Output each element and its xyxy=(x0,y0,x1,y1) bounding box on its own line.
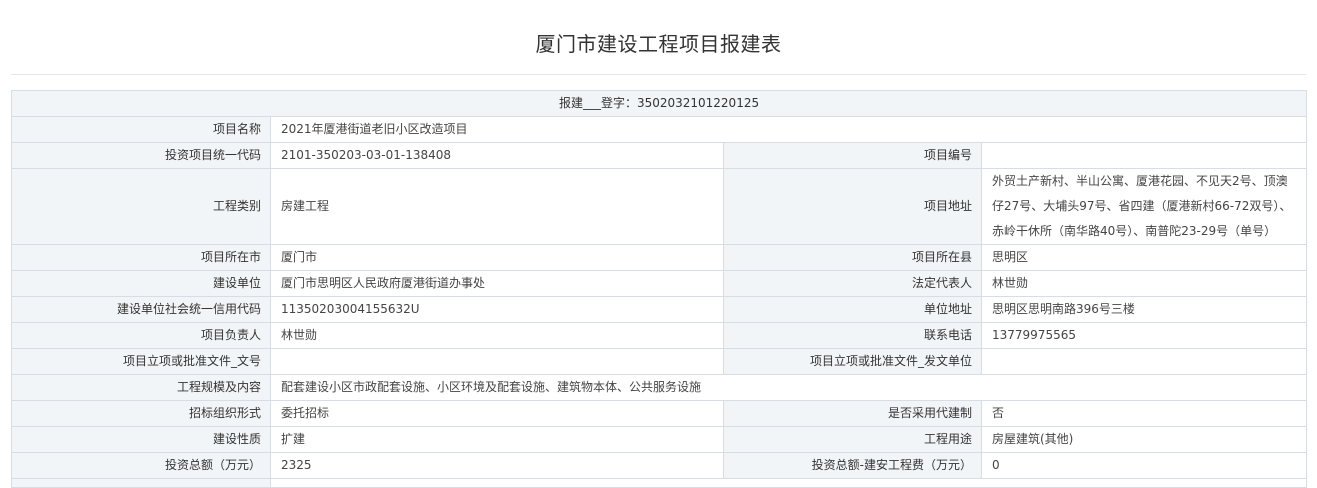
unit-address-label: 单位地址 xyxy=(723,296,982,323)
unit-address-value: 思明区思明南路396号三楼 xyxy=(980,296,1308,323)
usage-value: 房屋建筑(其他) xyxy=(980,426,1308,453)
invest-build-value: 0 xyxy=(980,452,1308,479)
city-value: 厦门市 xyxy=(270,244,724,271)
eng-type-value: 房建工程 xyxy=(270,168,724,245)
credit-code-value: 11350203004155632U xyxy=(270,296,724,323)
project-name-label: 项目名称 xyxy=(11,116,271,143)
manager-label: 项目负责人 xyxy=(11,322,271,349)
agent-label: 是否采用代建制 xyxy=(723,400,982,427)
project-no-label: 项目编号 xyxy=(723,142,982,169)
registration-number: 报建___登字：3502032101220125 xyxy=(10,90,1308,117)
builder-label: 建设单位 xyxy=(11,270,271,297)
table-row-continued xyxy=(11,478,271,488)
scale-label: 工程规模及内容 xyxy=(11,374,271,401)
doc-issuer-label: 项目立项或批准文件_发文单位 xyxy=(723,348,982,375)
invest-total-value: 2325 xyxy=(270,452,724,479)
project-registration-table: 报建___登字：3502032101220125 项目名称 2021年厦港街道老… xyxy=(10,90,1308,488)
invest-build-label: 投资总额-建安工程费（万元） xyxy=(723,452,982,479)
nature-value: 扩建 xyxy=(270,426,724,453)
address-value: 外贸土产新村、半山公寓、厦港花园、不见天2号、顶澳仔27号、大埔头97号、省四建… xyxy=(980,168,1308,245)
agent-value: 否 xyxy=(980,400,1308,427)
county-label: 项目所在县 xyxy=(723,244,982,271)
credit-code-label: 建设单位社会统一信用代码 xyxy=(11,296,271,323)
city-label: 项目所在市 xyxy=(11,244,271,271)
nature-label: 建设性质 xyxy=(11,426,271,453)
doc-no-label: 项目立项或批准文件_文号 xyxy=(11,348,271,375)
legal-rep-label: 法定代表人 xyxy=(723,270,982,297)
manager-value: 林世勋 xyxy=(270,322,724,349)
phone-value: 13779975565 xyxy=(980,322,1308,349)
phone-label: 联系电话 xyxy=(723,322,982,349)
doc-no-value xyxy=(270,348,724,375)
county-value: 思明区 xyxy=(980,244,1308,271)
usage-label: 工程用途 xyxy=(723,426,982,453)
legal-rep-value: 林世勋 xyxy=(980,270,1308,297)
page-title: 厦门市建设工程项目报建表 xyxy=(535,32,782,56)
eng-type-label: 工程类别 xyxy=(11,168,271,245)
table-row-continued-value xyxy=(269,478,1308,488)
builder-value: 厦门市思明区人民政府厦港街道办事处 xyxy=(270,270,724,297)
address-label: 项目地址 xyxy=(723,168,982,245)
tender-label: 招标组织形式 xyxy=(11,400,271,427)
scale-value: 配套建设小区市政配套设施、小区环境及配套设施、建筑物本体、公共服务设施 xyxy=(269,374,1308,401)
invest-code-value: 2101-350203-03-01-138408 xyxy=(270,142,724,169)
invest-total-label: 投资总额（万元） xyxy=(11,452,271,479)
title-divider xyxy=(11,74,1306,75)
project-no-value xyxy=(980,142,1308,169)
invest-code-label: 投资项目统一代码 xyxy=(11,142,271,169)
project-name-value: 2021年厦港街道老旧小区改造项目 xyxy=(269,116,1308,143)
doc-issuer-value xyxy=(980,348,1308,375)
tender-value: 委托招标 xyxy=(270,400,724,427)
